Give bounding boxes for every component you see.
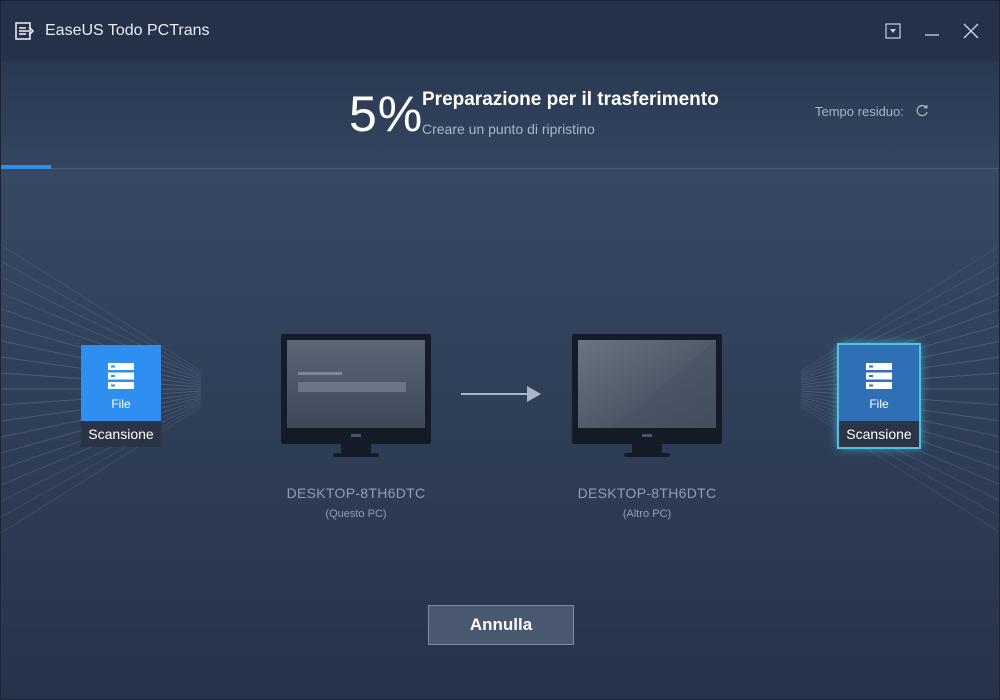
destination-pc-role: (Altro PC)	[622, 508, 672, 520]
minimize-icon	[925, 34, 939, 36]
source-tile-label: File	[111, 397, 131, 411]
app-window: EaseUS Todo PCTrans 5% Preparazione per …	[0, 0, 1000, 700]
title-bar: EaseUS Todo PCTrans	[1, 1, 999, 61]
file-server-icon	[108, 363, 134, 389]
close-icon	[963, 23, 979, 39]
arrow-right-icon	[461, 386, 541, 402]
destination-pc-name: DESKTOP-8TH6DTC	[577, 485, 717, 501]
source-pc-role: (Questo PC)	[325, 508, 387, 520]
dropdown-menu-icon	[885, 23, 901, 39]
source-file-tile[interactable]: File Scansione	[81, 345, 161, 447]
destination-monitor-icon	[572, 334, 722, 457]
stage-subtitle: Creare un punto di ripristino	[422, 121, 595, 137]
progress-header: 5% Preparazione per il trasferimento Cre…	[1, 61, 999, 169]
source-monitor-icon	[281, 334, 431, 457]
dropdown-menu-button[interactable]	[881, 19, 905, 43]
progress-percent: 5%	[349, 86, 424, 142]
minimize-button[interactable]	[920, 19, 944, 43]
cancel-button[interactable]: Annulla	[428, 605, 574, 645]
file-server-icon	[866, 363, 892, 389]
app-title: EaseUS Todo PCTrans	[45, 22, 210, 39]
remaining-time-label: Tempo residuo:	[815, 104, 904, 119]
destination-tile-label: File	[869, 397, 889, 411]
easeus-logo-icon	[15, 22, 35, 40]
destination-file-tile[interactable]: File Scansione	[837, 343, 921, 449]
source-tile-status: Scansione	[81, 421, 161, 447]
close-button[interactable]	[959, 19, 983, 43]
source-pc-name: DESKTOP-8TH6DTC	[286, 485, 426, 501]
stage-title: Preparazione per il trasferimento	[422, 89, 719, 110]
refresh-icon	[916, 104, 928, 117]
destination-tile-status: Scansione	[839, 421, 919, 447]
